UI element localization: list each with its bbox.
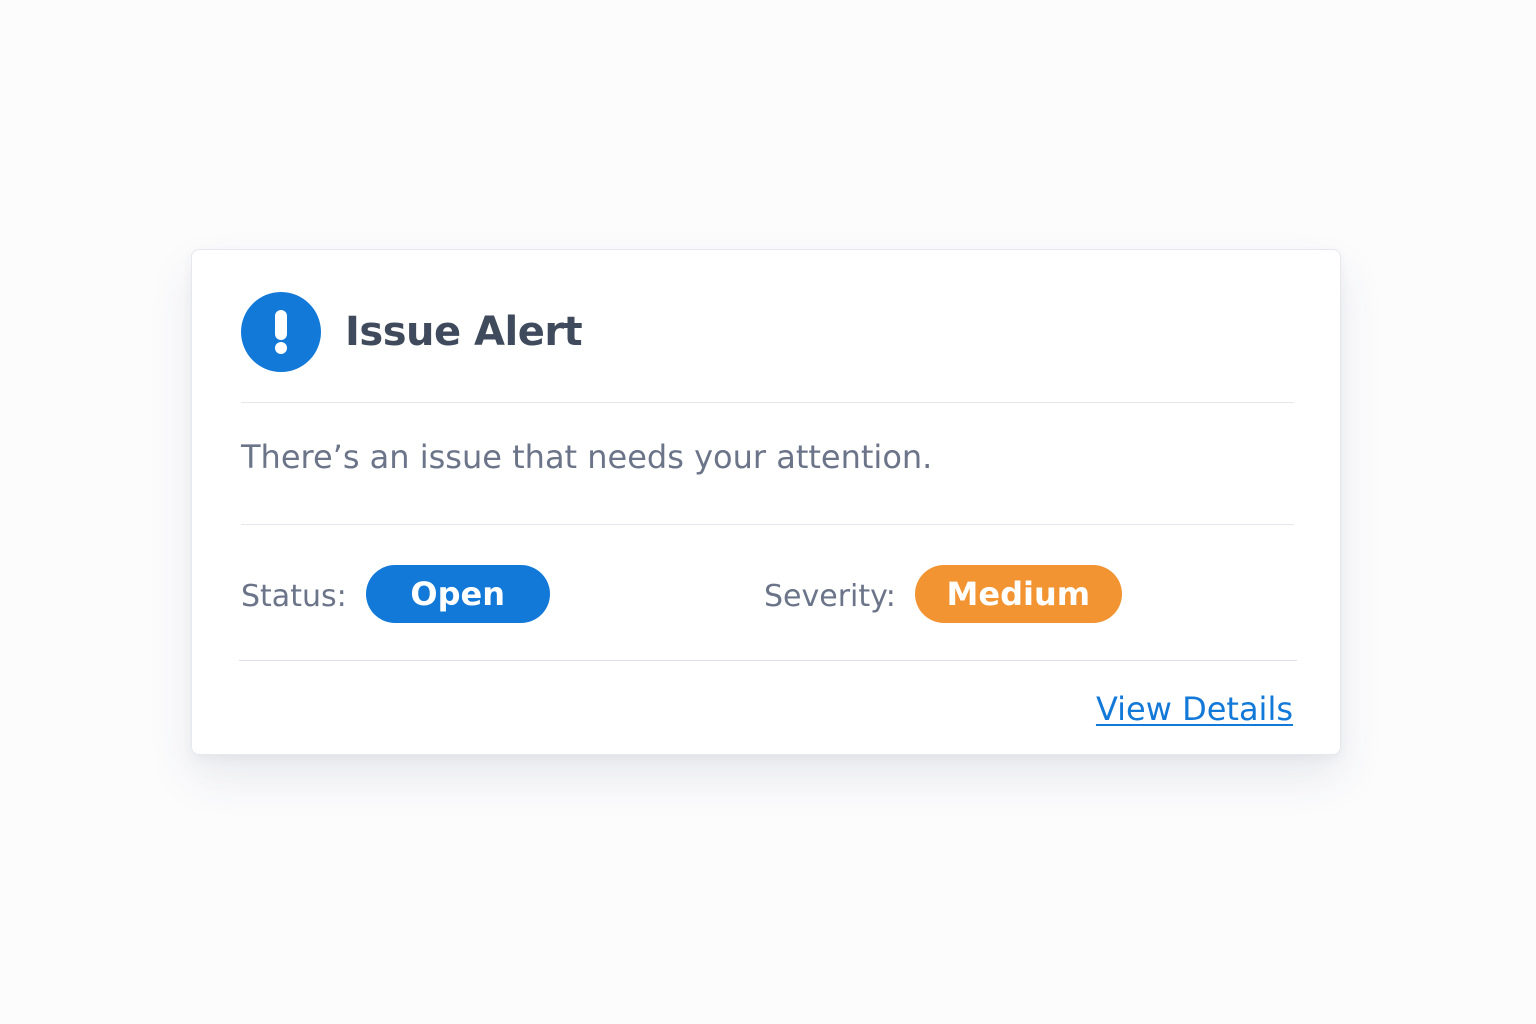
status-badge: Open — [365, 565, 550, 623]
exclamation-circle-icon — [241, 292, 321, 372]
severity-badge: Medium — [914, 565, 1122, 623]
header-divider — [241, 402, 1294, 403]
severity-field: Severity: Medium — [764, 565, 1122, 623]
alert-title: Issue Alert — [345, 309, 583, 355]
view-details-link[interactable]: View Details — [1096, 690, 1293, 728]
status-label: Status: — [241, 578, 347, 614]
severity-label: Severity: — [764, 578, 896, 614]
exclamation-mark-glyph — [275, 310, 287, 354]
issue-alert-card: Issue Alert There’s an issue that needs … — [191, 249, 1341, 755]
alert-header: Issue Alert — [241, 292, 583, 372]
footer-divider — [239, 660, 1297, 661]
alert-message: There’s an issue that needs your attenti… — [241, 438, 933, 476]
message-divider — [241, 524, 1294, 525]
status-field: Status: Open — [241, 565, 550, 623]
